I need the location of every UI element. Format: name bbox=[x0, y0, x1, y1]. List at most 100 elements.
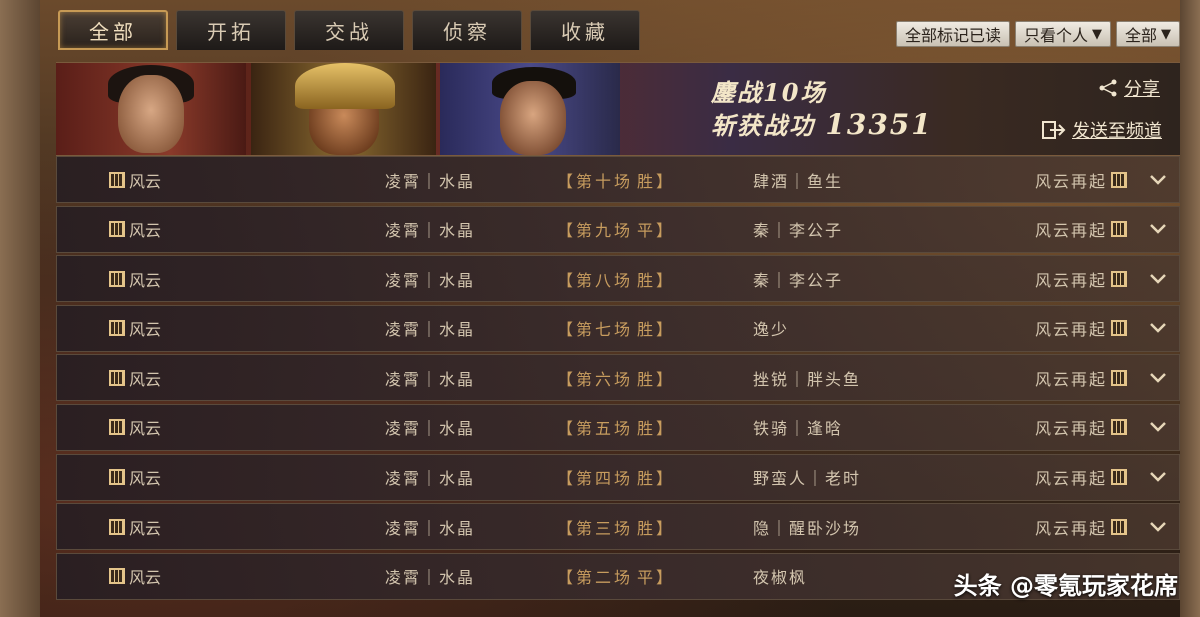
battle-report-row[interactable]: 风云 凌霄｜水晶 【第十场 胜】 肆酒｜鱼生 风云再起 bbox=[56, 156, 1180, 203]
opponent-guild-cell: 风云再起 bbox=[1035, 504, 1127, 549]
guild-name: 风云 bbox=[129, 369, 162, 389]
expand-chevron-icon[interactable] bbox=[1149, 207, 1167, 252]
expand-chevron-icon[interactable] bbox=[1149, 157, 1167, 202]
battle-report-row[interactable]: 风云 凌霄｜水晶 【第四场 胜】 野蛮人｜老时 风云再起 bbox=[56, 453, 1180, 501]
tab-expand[interactable]: 开拓 bbox=[176, 10, 286, 50]
tab-battle[interactable]: 交战 bbox=[294, 10, 404, 50]
round-label: 【第六场 bbox=[557, 369, 634, 389]
tab-bar: 全部 开拓 交战 侦察 收藏 bbox=[58, 10, 640, 50]
merit-value: 13351 bbox=[825, 108, 933, 141]
round-result: 胜】 bbox=[637, 518, 676, 538]
scope-label: 全部 bbox=[1124, 26, 1157, 45]
guild-name: 风云 bbox=[129, 518, 162, 538]
tab-all[interactable]: 全部 bbox=[58, 10, 168, 50]
guild-banner-icon bbox=[109, 221, 125, 238]
opponent-text: 逸少 bbox=[753, 320, 790, 340]
tab-scout[interactable]: 侦察 bbox=[412, 10, 522, 50]
round-cell: 【第二场 平】 bbox=[557, 554, 675, 599]
round-label: 【第七场 bbox=[557, 320, 634, 340]
guild-name: 风云 bbox=[129, 270, 162, 290]
opponent-text: 野蛮人｜老时 bbox=[753, 469, 862, 489]
guild-banner-icon bbox=[1111, 518, 1127, 535]
battle-report-list: 风云 凌霄｜水晶 【第十场 胜】 肆酒｜鱼生 风云再起 风云 凌霄｜水晶 【第九场… bbox=[56, 156, 1180, 602]
scope-dropdown[interactable]: 全部 ▼ bbox=[1115, 21, 1180, 47]
opponent-guild-name: 风云再起 bbox=[1034, 221, 1107, 241]
opponent-guild-name: 风云再起 bbox=[1034, 270, 1107, 290]
round-result: 平】 bbox=[637, 568, 676, 588]
players-text: 凌霄｜水晶 bbox=[385, 518, 476, 538]
round-cell: 【第九场 平】 bbox=[557, 207, 675, 252]
mark-all-read-label: 全部标记已读 bbox=[904, 26, 1001, 45]
round-cell: 【第七场 胜】 bbox=[557, 306, 675, 351]
guild-banner-icon bbox=[109, 469, 125, 486]
guild-cell: 风云 bbox=[109, 554, 161, 599]
general-portrait-1 bbox=[56, 63, 246, 155]
merit-label: 斩获战功 bbox=[711, 111, 815, 140]
personal-only-label: 只看个人 bbox=[1023, 26, 1088, 45]
round-label: 【第十场 bbox=[557, 171, 634, 191]
guild-banner-icon bbox=[1111, 369, 1127, 386]
battle-report-row[interactable]: 风云 凌霄｜水晶 【第五场 胜】 铁骑｜逢晗 风云再起 bbox=[56, 403, 1180, 451]
round-cell: 【第四场 胜】 bbox=[557, 455, 675, 500]
round-label: 【第五场 bbox=[557, 419, 634, 439]
guild-name: 风云 bbox=[129, 221, 162, 241]
round-label: 【第二场 bbox=[557, 568, 634, 588]
guild-cell: 风云 bbox=[109, 455, 161, 500]
expand-chevron-icon[interactable] bbox=[1149, 504, 1167, 549]
players-text: 凌霄｜水晶 bbox=[385, 568, 476, 588]
players-text: 凌霄｜水晶 bbox=[385, 369, 476, 389]
guild-banner-icon bbox=[1111, 469, 1127, 486]
opponent-guild-name: 风云再起 bbox=[1034, 171, 1107, 191]
right-frame bbox=[1180, 0, 1200, 617]
tab-favorites[interactable]: 收藏 bbox=[530, 10, 640, 50]
expand-chevron-icon[interactable] bbox=[1149, 306, 1167, 351]
personal-only-dropdown[interactable]: 只看个人 ▼ bbox=[1014, 21, 1111, 47]
battle-report-row[interactable]: 风云 凌霄｜水晶 【第八场 胜】 秦｜李公子 风云再起 bbox=[56, 255, 1180, 303]
share-button[interactable]: 分享 bbox=[1098, 75, 1160, 101]
guild-name: 风云 bbox=[129, 171, 162, 191]
send-icon bbox=[1042, 120, 1066, 140]
opponent-text: 肆酒｜鱼生 bbox=[753, 171, 844, 191]
share-label: 分享 bbox=[1124, 79, 1160, 100]
mark-all-read-button[interactable]: 全部标记已读 bbox=[895, 21, 1010, 47]
battle-report-row[interactable]: 风云 凌霄｜水晶 【第六场 胜】 挫锐｜胖头鱼 风云再起 bbox=[56, 354, 1180, 402]
round-label: 【第九场 bbox=[557, 221, 634, 241]
opponent-guild-cell: 风云再起 bbox=[1035, 355, 1127, 400]
guild-name: 风云 bbox=[129, 568, 162, 588]
guild-cell: 风云 bbox=[109, 157, 161, 202]
guild-banner-icon bbox=[109, 171, 125, 188]
guild-name: 风云 bbox=[129, 320, 162, 340]
round-result: 胜】 bbox=[637, 369, 676, 389]
battle-report-row[interactable]: 风云 凌霄｜水晶 【第三场 胜】 隐｜醒卧沙场 风云再起 bbox=[56, 503, 1180, 551]
round-cell: 【第六场 胜】 bbox=[557, 355, 675, 400]
expand-chevron-icon[interactable] bbox=[1149, 256, 1167, 301]
guild-name: 风云 bbox=[129, 419, 162, 439]
guild-banner-icon bbox=[109, 419, 125, 436]
guild-banner-icon bbox=[1111, 221, 1127, 238]
round-result: 胜】 bbox=[637, 469, 676, 489]
expand-chevron-icon[interactable] bbox=[1149, 355, 1167, 400]
opponent-guild-cell: 风云再起 bbox=[1035, 256, 1127, 301]
battle-summary-banner: 鏖战10场 斩获战功 13351 分享 发送至频道 bbox=[56, 62, 1180, 156]
opponent-guild-cell: 风云再起 bbox=[1035, 455, 1127, 500]
guild-name: 风云 bbox=[129, 469, 162, 489]
round-result: 平】 bbox=[637, 221, 676, 241]
guild-cell: 风云 bbox=[109, 306, 161, 351]
share-icon bbox=[1098, 79, 1118, 97]
opponent-text: 夜椒枫 bbox=[753, 568, 808, 588]
opponent-text: 秦｜李公子 bbox=[753, 270, 844, 290]
battle-report-row[interactable]: 风云 凌霄｜水晶 【第七场 胜】 逸少 风云再起 bbox=[56, 304, 1180, 352]
send-to-channel-button[interactable]: 发送至频道 bbox=[1042, 117, 1162, 143]
triangle-down-icon: ▼ bbox=[1161, 26, 1171, 42]
players-text: 凌霄｜水晶 bbox=[385, 419, 476, 439]
battle-report-row[interactable]: 风云 凌霄｜水晶 【第九场 平】 秦｜李公子 风云再起 bbox=[56, 205, 1180, 253]
send-label: 发送至频道 bbox=[1072, 121, 1162, 142]
battles-count-text: 鏖战10场 bbox=[711, 78, 827, 107]
general-portrait-3 bbox=[440, 63, 620, 155]
players-text: 凌霄｜水晶 bbox=[385, 171, 476, 191]
round-cell: 【第五场 胜】 bbox=[557, 405, 675, 450]
expand-chevron-icon[interactable] bbox=[1149, 405, 1167, 450]
expand-chevron-icon[interactable] bbox=[1149, 455, 1167, 500]
round-cell: 【第十场 胜】 bbox=[557, 157, 675, 202]
opponent-guild-cell: 风云再起 bbox=[1035, 306, 1127, 351]
